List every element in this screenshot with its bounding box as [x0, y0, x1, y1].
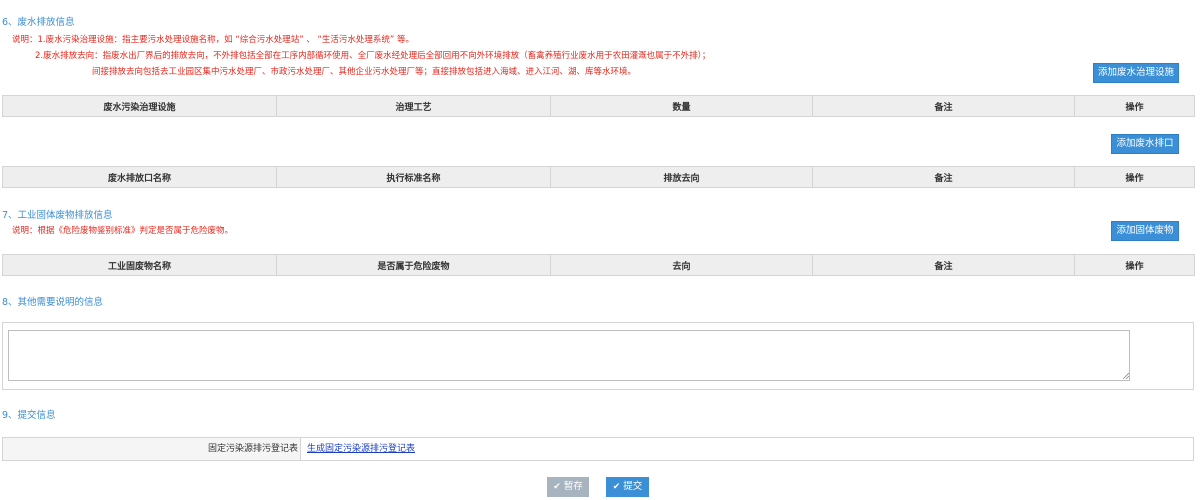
col-header-facility: 废水污染治理设施 — [2, 95, 277, 117]
col-header-remark: 备注 — [812, 95, 1075, 117]
other-info-container — [2, 322, 1194, 390]
section-7-title: 7、工业固体废物排放信息 — [2, 210, 113, 221]
col-header-is-hazardous: 是否属于危险废物 — [276, 254, 551, 276]
col-header-process: 治理工艺 — [276, 95, 551, 117]
col-header-destination: 去向 — [550, 254, 813, 276]
submit-label: 提交 — [623, 481, 643, 492]
col-header-quantity: 数量 — [550, 95, 813, 117]
submit-info-row: 固定污染源排污登记表 生成固定污染源排污登记表 — [2, 437, 1194, 461]
col-header-remark: 备注 — [812, 166, 1075, 188]
section-9-title: 9、提交信息 — [2, 410, 56, 421]
col-header-remark: 备注 — [812, 254, 1075, 276]
save-draft-button[interactable]: ✔ 暂存 — [547, 477, 589, 497]
resize-grip-icon[interactable] — [1122, 372, 1129, 379]
add-wastewater-facility-button[interactable]: 添加废水治理设施 — [1093, 63, 1179, 83]
generate-registration-form-link[interactable]: 生成固定污染源排污登记表 — [307, 438, 415, 460]
col-header-standard-name: 执行标准名称 — [276, 166, 551, 188]
col-header-operation: 操作 — [1074, 166, 1195, 188]
section-6-note-line-2: 2.废水排放去向：指废水出厂界后的排放去向，不外排包括全部在工序内部循环使用、全… — [35, 51, 711, 61]
section-8-title: 8、其他需要说明的信息 — [2, 297, 104, 308]
add-solid-waste-button[interactable]: 添加固体废物 — [1111, 221, 1179, 241]
col-header-operation: 操作 — [1074, 254, 1195, 276]
col-header-operation: 操作 — [1074, 95, 1195, 117]
save-draft-label: 暂存 — [563, 481, 583, 492]
check-icon: ✔ — [553, 482, 561, 492]
col-header-discharge-destination: 排放去向 — [550, 166, 813, 188]
section-6-note-line-1: 说明：1.废水污染治理设施：指主要污水处理设施名称，如 “综合污水处理站” 、 … — [12, 35, 415, 45]
solid-waste-table: 工业固废物名称 是否属于危险废物 去向 备注 操作 — [2, 254, 1195, 276]
registration-form-label: 固定污染源排污登记表 — [3, 438, 301, 460]
wastewater-facility-table: 废水污染治理设施 治理工艺 数量 备注 操作 — [2, 95, 1195, 117]
wastewater-outlet-table: 废水排放口名称 执行标准名称 排放去向 备注 操作 — [2, 166, 1195, 188]
submit-button[interactable]: ✔ 提交 — [606, 477, 649, 497]
section-6-title: 6、废水排放信息 — [2, 17, 75, 28]
other-info-textarea[interactable] — [8, 330, 1130, 381]
section-6-note-line-3: 间接排放去向包括去工业园区集中污水处理厂、市政污水处理厂、其他企业污水处理厂等；… — [92, 67, 637, 77]
add-wastewater-outlet-button[interactable]: 添加废水排口 — [1111, 134, 1179, 154]
section-7-note: 说明：根据《危险废物鉴别标准》判定是否属于危险废物。 — [12, 226, 234, 236]
col-header-waste-name: 工业固废物名称 — [2, 254, 277, 276]
check-icon: ✔ — [612, 482, 621, 492]
col-header-outlet-name: 废水排放口名称 — [2, 166, 277, 188]
